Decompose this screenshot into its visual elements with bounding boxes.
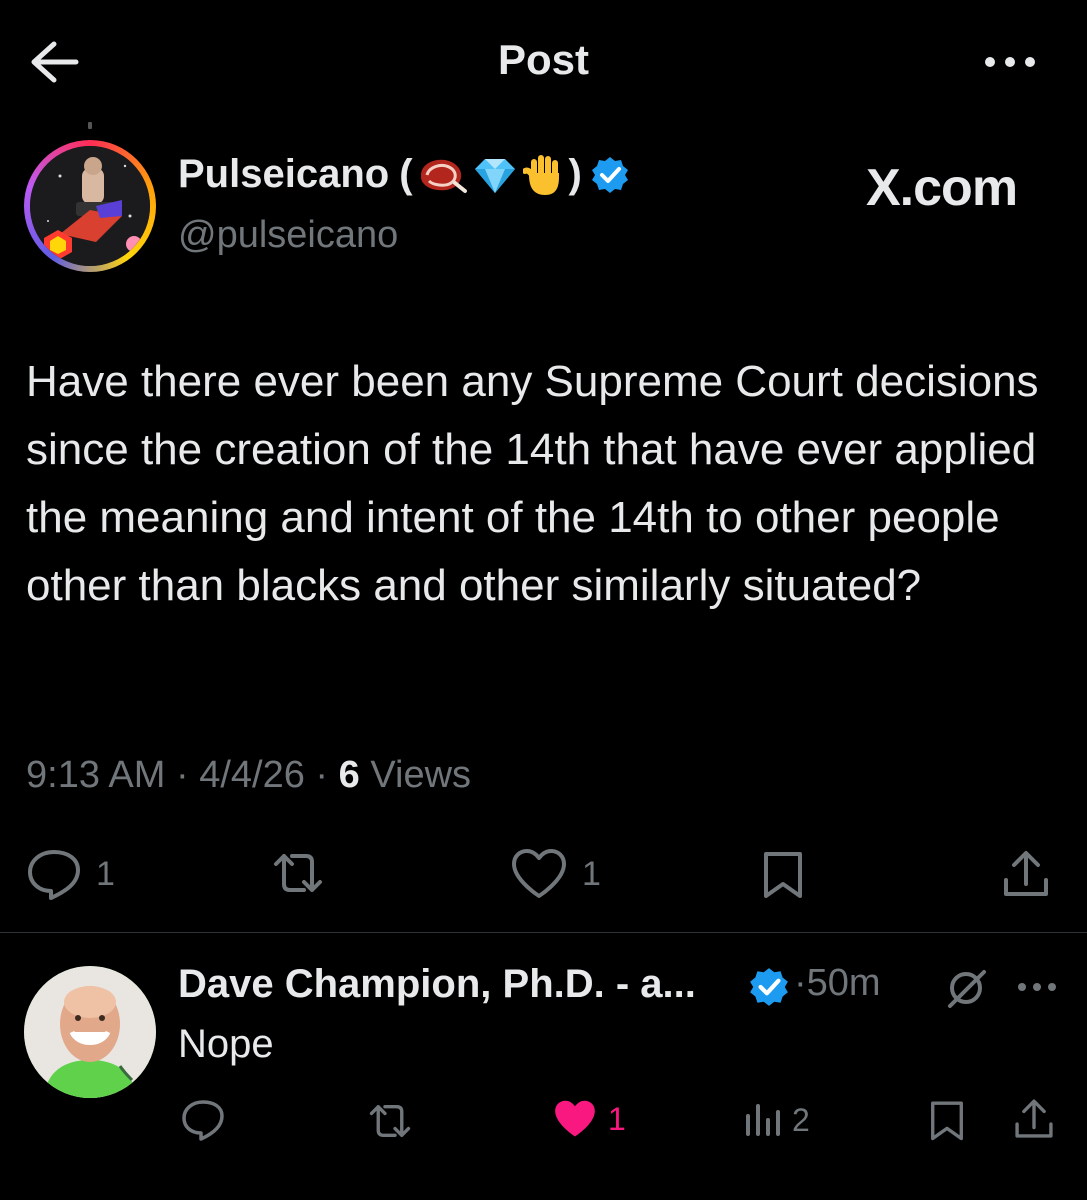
like-count: 1 [582, 854, 601, 893]
reply-text: Nope [178, 1022, 274, 1066]
reply-share-icon[interactable] [1012, 1096, 1056, 1142]
grok-icon[interactable] [944, 966, 988, 1010]
reply-reply-icon[interactable] [180, 1098, 226, 1142]
xcom-watermark: X.com [866, 159, 1018, 217]
author-avatar[interactable] [24, 140, 156, 272]
heart-icon [512, 849, 566, 898]
emoji-paren-close: ) [568, 152, 582, 196]
views-label: Views [370, 754, 472, 796]
repost-button[interactable] [268, 848, 342, 898]
page-title: Post [497, 36, 589, 83]
author-handle[interactable]: @pulseicano [178, 214, 398, 257]
gem-emoji [474, 158, 515, 193]
author-name-line[interactable]: Pulseicano ( ) [178, 152, 630, 197]
reply-count: 1 [96, 854, 115, 893]
reply-icon [28, 850, 80, 900]
raised-hand-emoji [522, 154, 559, 195]
author-emoji-group [417, 153, 565, 197]
reply-avatar-image-icon [24, 966, 156, 1098]
reply-verified-badge-icon [750, 968, 788, 1006]
meta-separator: · [794, 962, 807, 1004]
meat-emoji [420, 159, 467, 193]
avatar-image-icon [30, 146, 150, 266]
reply-like-count: 1 [608, 1100, 626, 1137]
reply-views-count: 2 [792, 1101, 810, 1138]
emoji-paren-open: ( [399, 152, 413, 196]
repost-icon [274, 854, 322, 892]
verified-badge-icon [591, 156, 628, 193]
reply-heart-filled-icon [555, 1100, 595, 1137]
views-count: 6 [338, 754, 360, 796]
views-chart-icon [746, 1104, 780, 1136]
author-name: Pulseicano [178, 152, 390, 196]
share-icon[interactable] [1000, 848, 1052, 900]
reply-author-avatar[interactable] [24, 966, 156, 1098]
reply-repost-icon[interactable] [364, 1100, 416, 1142]
reply-button[interactable]: 1 [26, 848, 115, 900]
reply-author-name[interactable]: Dave Champion, Ph.D. - a... [178, 962, 696, 1007]
more-horizontal-icon[interactable] [982, 52, 1038, 72]
post-time: 9:13 AM [26, 754, 166, 796]
reply-like-button[interactable]: 1 [552, 1098, 626, 1140]
bookmark-icon[interactable] [758, 848, 808, 900]
reply-time-value: 50m [806, 962, 881, 1004]
post-date: 4/4/26 [199, 754, 305, 796]
post-text: Have there ever been any Supreme Court d… [26, 357, 1039, 610]
reply-views-button[interactable]: 2 [742, 1100, 810, 1140]
post-meta: 9:13 AM · 4/4/26 · 6 Views [26, 754, 471, 797]
divider [0, 932, 1087, 933]
reply-more-icon[interactable] [1016, 980, 1058, 994]
meta-separator: · [175, 754, 200, 796]
meta-separator: · [315, 754, 339, 796]
top-bar: Post [0, 0, 1087, 120]
reply-bookmark-icon[interactable] [926, 1098, 968, 1142]
like-button[interactable]: 1 [510, 848, 601, 900]
reply-timestamp[interactable]: ·50m [794, 962, 881, 1005]
thread-line-stub [88, 122, 92, 129]
